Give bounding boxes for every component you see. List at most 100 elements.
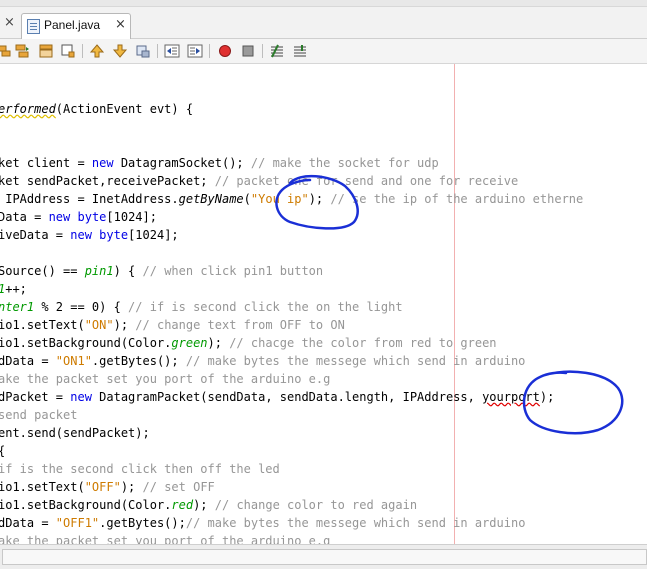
code-line[interactable]: iveData = new byte[1024]; xyxy=(0,226,179,244)
code-token: .getBytes(); xyxy=(91,354,186,368)
code-token: io1.setBackground(Color. xyxy=(0,336,172,350)
previous-tab-close-button[interactable]: × xyxy=(4,15,18,31)
code-line[interactable]: dData = "OFF1".getBytes();// make bytes … xyxy=(0,514,525,532)
code-line[interactable]: if is the second click then off the led xyxy=(0,460,280,478)
code-token: // change color to red again xyxy=(214,498,418,512)
code-token: nter1 xyxy=(0,300,35,314)
tab-panel-java[interactable]: Panel.java × xyxy=(21,13,131,39)
code-token: erformed xyxy=(0,102,56,116)
find-selection-icon[interactable] xyxy=(60,43,76,59)
code-line[interactable]: ket client = new DatagramSocket(); // ma… xyxy=(0,154,439,172)
shift-right-icon[interactable] xyxy=(187,43,203,59)
code-line[interactable]: 1++; xyxy=(0,280,27,298)
code-line[interactable]: ket sendPacket,receivePacket; // packet … xyxy=(0,172,518,190)
code-line[interactable]: io1.setBackground(Color.green); // chacg… xyxy=(0,334,497,352)
code-token: green xyxy=(171,336,208,350)
code-line[interactable]: dPacket = new DatagramPacket(sendData, s… xyxy=(0,388,554,406)
comment-icon[interactable] xyxy=(269,43,285,59)
code-token: new xyxy=(70,390,92,404)
code-line[interactable]: io1.setText("OFF"); // set OFF xyxy=(0,478,215,496)
code-token: // set OFF xyxy=(142,480,215,494)
scrollbar-thumb[interactable] xyxy=(2,549,647,565)
code-token: // make bytes the messege which send in … xyxy=(185,354,526,368)
code-line[interactable]: io1.setText("ON"); // change text from O… xyxy=(0,316,345,334)
code-token: Source() == xyxy=(0,264,85,278)
code-token: // make bytes the messege which send in … xyxy=(185,516,526,530)
code-line[interactable]: io1.setBackground(Color.red); // change … xyxy=(0,496,417,514)
toggle-bookmark-icon[interactable] xyxy=(135,43,151,59)
code-token: .getBytes(); xyxy=(99,516,186,530)
code-line[interactable]: ake the packet set you port of the ardui… xyxy=(0,370,330,388)
code-token: new xyxy=(91,156,114,170)
code-line[interactable]: Source() == pin1) { // when click pin1 b… xyxy=(0,262,323,280)
forward-icon[interactable] xyxy=(14,43,30,59)
shift-left-icon[interactable] xyxy=(164,43,180,59)
code-line[interactable]: ent.send(sendPacket); xyxy=(0,424,150,442)
code-token: pin1 xyxy=(84,264,114,278)
window-top-strip xyxy=(0,0,647,7)
code-token: red xyxy=(171,498,194,512)
code-line[interactable]: Data = new byte[1024]; xyxy=(0,208,157,226)
toolbar-separator xyxy=(82,44,83,58)
code-token: "ON1" xyxy=(55,354,92,368)
tab-close-button[interactable]: × xyxy=(115,17,126,32)
editor-toolbar xyxy=(0,39,647,64)
code-token: io1.setBackground(Color. xyxy=(0,498,172,512)
code-token: getByName xyxy=(178,192,244,206)
code-token: ent.send(sendPacket); xyxy=(0,426,150,440)
code-token: // when click pin1 button xyxy=(142,264,324,278)
code-token: ); xyxy=(193,498,215,512)
code-line[interactable]: IPAddress = InetAddress.getByName("You i… xyxy=(0,190,583,208)
code-token: ++; xyxy=(5,282,27,296)
code-token: Data = xyxy=(0,210,49,224)
code-token: ); xyxy=(539,390,555,404)
toolbar-separator xyxy=(209,44,210,58)
code-token: [1024]; xyxy=(106,210,157,224)
code-token: DatagramPacket(sendData, sendData.length… xyxy=(91,390,483,404)
find-next-icon[interactable] xyxy=(112,43,128,59)
code-token: // if is second click the on the light xyxy=(128,300,403,314)
code-token: io1.setText( xyxy=(0,480,85,494)
code-token: // packet one for send and one for recei… xyxy=(214,174,519,188)
code-editor[interactable]: erformed(ActionEvent evt) { ket client = … xyxy=(0,64,647,548)
code-line[interactable]: erformed(ActionEvent evt) { xyxy=(0,100,193,118)
horizontal-scrollbar[interactable] xyxy=(0,544,647,569)
code-line[interactable]: { xyxy=(0,442,5,460)
code-line[interactable]: dData = "ON1".getBytes(); // make bytes … xyxy=(0,352,525,370)
code-token: IPAddress = InetAddress. xyxy=(0,192,179,206)
open-class-icon[interactable] xyxy=(38,43,54,59)
find-previous-icon[interactable] xyxy=(89,43,105,59)
stop-macro-icon[interactable] xyxy=(240,43,256,59)
code-token: if is the second click then off the led xyxy=(0,462,280,476)
code-token: dData = xyxy=(0,354,56,368)
code-token: ket sendPacket,receivePacket; xyxy=(0,174,215,188)
code-token: new xyxy=(48,210,71,224)
editor-tab-bar: × Panel.java × xyxy=(0,0,647,39)
code-token: dData = xyxy=(0,516,56,530)
code-token: ); xyxy=(308,192,331,206)
back-icon[interactable] xyxy=(0,43,12,59)
code-token: // make the socket for udp xyxy=(250,156,439,170)
code-token: ); xyxy=(120,480,143,494)
code-token: ( xyxy=(243,192,251,206)
start-macro-icon[interactable] xyxy=(217,43,233,59)
code-token: iveData = xyxy=(0,228,71,242)
code-token: ) { xyxy=(113,264,143,278)
code-token: ); xyxy=(207,336,230,350)
code-token: send packet xyxy=(0,408,78,422)
code-token: { xyxy=(0,444,5,458)
code-token: // chacge the color from red to green xyxy=(229,336,497,350)
code-token: DatagramSocket(); xyxy=(113,156,251,170)
code-line[interactable]: send packet xyxy=(0,406,77,424)
code-token: "OFF1" xyxy=(55,516,100,530)
toolbar-separator xyxy=(157,44,158,58)
code-line[interactable]: nter1 % 2 == 0) { // if is second click … xyxy=(0,298,403,316)
code-token: "You ip" xyxy=(250,192,309,206)
code-token: "OFF" xyxy=(84,480,121,494)
code-token: % 2 == 0) { xyxy=(34,300,129,314)
toolbar-separator xyxy=(262,44,263,58)
code-token: // se the ip of the arduino etherne xyxy=(330,192,584,206)
code-token: dPacket = xyxy=(0,390,71,404)
uncomment-icon[interactable] xyxy=(292,43,308,59)
